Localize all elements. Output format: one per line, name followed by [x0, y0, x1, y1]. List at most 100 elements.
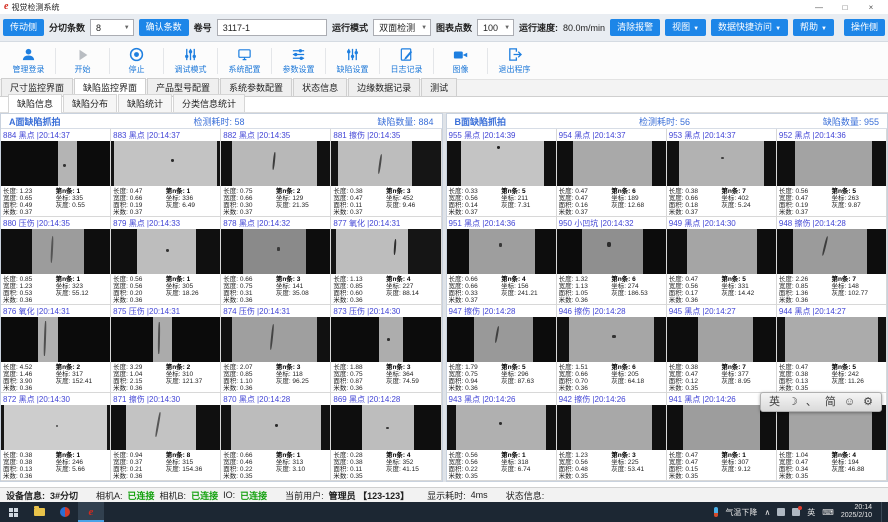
ime-simplified-button[interactable]: 简 [825, 397, 836, 408]
taskbar-clock[interactable]: 20:14 2025/2/10 [841, 504, 872, 520]
defect-cell[interactable]: 878 黑点 |20:14:32长度: 0.66宽度: 0.75面积: 0.31… [221, 217, 331, 305]
help-menu-button[interactable]: 帮助▼ [793, 19, 834, 36]
defect-cell[interactable]: 955 黑点 |20:14:39长度: 0.33宽度: 0.56面积: 0.14… [447, 129, 557, 217]
roll-number-input[interactable]: 3117-1 [217, 19, 327, 36]
defect-cell[interactable]: 943 黑点 |20:14:26长度: 0.56宽度: 0.56面积: 0.22… [447, 393, 557, 481]
defect-stats: 长度: 0.66宽度: 0.66面积: 0.33米数: 0.37第n条: 4坐标… [447, 274, 556, 304]
tray-icon-badged[interactable] [792, 508, 800, 516]
clear-alarm-button[interactable]: 清除报警 [610, 19, 660, 36]
defect-cell[interactable]: 874 压伤 |20:14:31长度: 2.07宽度: 0.85面积: 1.10… [221, 305, 331, 393]
toolbar-button-params-sliders[interactable]: 参数设置 [272, 44, 325, 78]
defect-thumbnail [221, 229, 330, 274]
ime-punctuation-button[interactable]: 、 [806, 397, 817, 408]
tray-expand-chevron[interactable]: ∧ [764, 508, 770, 517]
tab-sub-1[interactable]: 缺陷信息 [8, 94, 62, 113]
panel-side-a: A面缺陷抓拍 检测耗时: 58 缺陷数量: 884 884 黑点 |20:14:… [0, 113, 443, 482]
toolbar-button-log[interactable]: 日志记录 [380, 44, 433, 78]
defect-cell[interactable]: 869 黑点 |20:14:28长度: 0.28宽度: 0.38面积: 0.11… [331, 393, 441, 481]
defect-cell[interactable]: 952 黑点 |20:14:36长度: 0.56宽度: 0.47面积: 0.19… [777, 129, 887, 217]
defect-cell[interactable]: 880 压伤 |20:14:35长度: 0.85宽度: 1.23面积: 0.53… [1, 217, 111, 305]
ime-language-button[interactable]: 英 [769, 397, 780, 408]
defect-cell[interactable]: 950 小凹坑 |20:14:32长度: 1.32宽度: 1.13面积: 1.0… [557, 217, 667, 305]
ime-language-indicator[interactable]: 英 [807, 507, 815, 518]
run-mode-label: 运行模式 [332, 21, 368, 34]
drive-side-button[interactable]: 传动侧 [3, 19, 44, 36]
keyboard-icon[interactable]: ⌨ [822, 508, 834, 517]
operator-side-button[interactable]: 操作侧 [844, 19, 885, 36]
folder-icon [34, 508, 45, 516]
close-button[interactable]: × [858, 3, 884, 12]
chart-points-select[interactable]: 100▼ [477, 19, 514, 36]
defect-thumbnail [777, 141, 886, 186]
defect-thumbnail [1, 317, 110, 362]
toolbar-button-label: 日志记录 [391, 64, 423, 75]
defect-cell[interactable]: 884 黑点 |20:14:37长度: 1.23宽度: 0.65面积: 0.49… [1, 129, 111, 217]
defect-cell[interactable]: 944 黑点 |20:14:27长度: 0.47宽度: 0.38面积: 0.13… [777, 305, 887, 393]
defect-cell[interactable]: 883 黑点 |20:14:37长度: 0.47宽度: 0.66面积: 0.19… [111, 129, 221, 217]
pinned-app-button[interactable] [52, 502, 78, 522]
maximize-button[interactable]: □ [832, 3, 858, 12]
ime-emoji-icon[interactable]: ☺ [844, 397, 855, 408]
toolbar-button-defect-sliders[interactable]: 缺陷设置 [326, 44, 379, 78]
view-menu-button[interactable]: 视图▼ [665, 19, 706, 36]
defect-cell[interactable]: 876 氧化 |20:14:31长度: 4.52宽度: 1.46面积: 3.90… [1, 305, 111, 393]
defect-cell[interactable]: 946 擦伤 |20:14:28长度: 1.51宽度: 0.66面积: 0.70… [557, 305, 667, 393]
active-app-button[interactable]: e [78, 502, 104, 522]
defect-cell[interactable]: 942 擦伤 |20:14:26长度: 1.23宽度: 0.56面积: 0.48… [557, 393, 667, 481]
defect-cell[interactable]: 951 黑点 |20:14:36长度: 0.66宽度: 0.66面积: 0.33… [447, 217, 557, 305]
tab-main-6[interactable]: 边缘数据记录 [348, 78, 420, 96]
tab-main-7[interactable]: 测试 [421, 78, 457, 96]
toolbar-button-stop[interactable]: 停止 [110, 44, 163, 78]
toolbar-button-user[interactable]: 管理登录 [2, 44, 55, 78]
tab-sub-3[interactable]: 缺陷统计 [118, 94, 172, 112]
tray-icon[interactable] [777, 508, 785, 516]
defect-cell[interactable]: 879 黑点 |20:14:33长度: 0.56宽度: 0.56面积: 0.20… [111, 217, 221, 305]
toolbar-button-play[interactable]: 开始 [56, 44, 109, 78]
defect-cell[interactable]: 948 擦伤 |20:14:28长度: 2.26宽度: 0.85面积: 1.36… [777, 217, 887, 305]
show-desktop-button[interactable] [881, 502, 885, 522]
toolbar-button-label: 调试模式 [175, 64, 207, 75]
ime-fullhalf-moon-icon[interactable]: ☽ [788, 397, 798, 408]
defect-cell-header: 880 压伤 |20:14:35 [1, 217, 110, 229]
tab-sub-2[interactable]: 缺陷分布 [63, 94, 117, 112]
toolbar-button-camera[interactable]: 图像 [434, 44, 487, 78]
roll-number-label: 卷号 [194, 21, 212, 34]
defect-cell[interactable]: 882 黑点 |20:14:35长度: 0.75宽度: 0.66面积: 0.30… [221, 129, 331, 217]
defect-thumbnail [667, 141, 776, 186]
defect-cell[interactable]: 871 擦伤 |20:14:30长度: 0.94宽度: 0.37面积: 0.21… [111, 393, 221, 481]
status-bar: 设备信息: 3#分切 相机A: 已连接 相机B: 已连接 IO: 已连接 当前用… [0, 487, 888, 502]
defect-cell[interactable]: 947 擦伤 |20:14:28长度: 1.79宽度: 0.75面积: 0.94… [447, 305, 557, 393]
ime-settings-gear-icon[interactable]: ⚙ [863, 397, 873, 408]
defect-cell[interactable]: 872 黑点 |20:14:30长度: 0.38宽度: 0.38面积: 0.13… [1, 393, 111, 481]
confirm-count-button[interactable]: 确认条数 [139, 19, 189, 36]
data-access-menu-button[interactable]: 数据快捷访问▼ [711, 19, 788, 36]
defect-cell[interactable]: 945 黑点 |20:14:27长度: 0.38宽度: 0.47面积: 0.12… [667, 305, 777, 393]
defect-cell[interactable]: 949 黑点 |20:14:30长度: 0.47宽度: 0.56面积: 0.17… [667, 217, 777, 305]
toolbar-button-monitor[interactable]: 系统配置 [218, 44, 271, 78]
defect-cell[interactable]: 877 氧化 |20:14:31长度: 1.13宽度: 0.85面积: 0.60… [331, 217, 441, 305]
toolbar-button-exit[interactable]: 退出程序 [488, 44, 541, 78]
minimize-button[interactable]: — [806, 3, 832, 12]
weather-ticker[interactable]: 气温下降 [725, 507, 757, 518]
run-mode-select[interactable]: 双面检测▼ [373, 19, 431, 36]
run-speed-label: 运行速度: [519, 21, 558, 34]
ime-toolbar[interactable]: 英 ☽ 、简 ☺ ⚙ [760, 392, 882, 412]
monitor-icon [237, 46, 252, 63]
defect-cell[interactable]: 954 黑点 |20:14:37长度: 0.47宽度: 0.47面积: 0.16… [557, 129, 667, 217]
defect-thumbnail [221, 317, 330, 362]
slit-count-select[interactable]: 8▼ [90, 19, 134, 36]
defect-stats: 长度: 0.28宽度: 0.38面积: 0.11米数: 0.35第n条: 4坐标… [331, 450, 440, 480]
defect-thumbnail [1, 141, 110, 186]
defect-cell[interactable]: 870 黑点 |20:14:28长度: 0.66宽度: 0.46面积: 0.22… [221, 393, 331, 481]
tab-sub-4[interactable]: 分类信息统计 [173, 94, 245, 112]
start-button[interactable] [0, 502, 26, 522]
defect-cell[interactable]: 953 黑点 |20:14:37长度: 0.38宽度: 0.66面积: 0.18… [667, 129, 777, 217]
toolbar-button-debug-sliders[interactable]: 调试模式 [164, 44, 217, 78]
defect-cell-header: 877 氧化 |20:14:31 [331, 217, 440, 229]
defect-cell[interactable]: 873 压伤 |20:14:30长度: 1.88宽度: 0.75面积: 0.87… [331, 305, 441, 393]
defect-cell[interactable]: 881 擦伤 |20:14:35长度: 0.38宽度: 0.47面积: 0.11… [331, 129, 441, 217]
defect-stats: 长度: 1.32宽度: 1.13面积: 1.05米数: 0.36第n条: 6坐标… [557, 274, 666, 304]
tab-main-5[interactable]: 状态信息 [293, 78, 347, 96]
explorer-button[interactable] [26, 502, 52, 522]
defect-cell[interactable]: 875 压伤 |20:14:31长度: 3.29宽度: 1.04面积: 2.15… [111, 305, 221, 393]
